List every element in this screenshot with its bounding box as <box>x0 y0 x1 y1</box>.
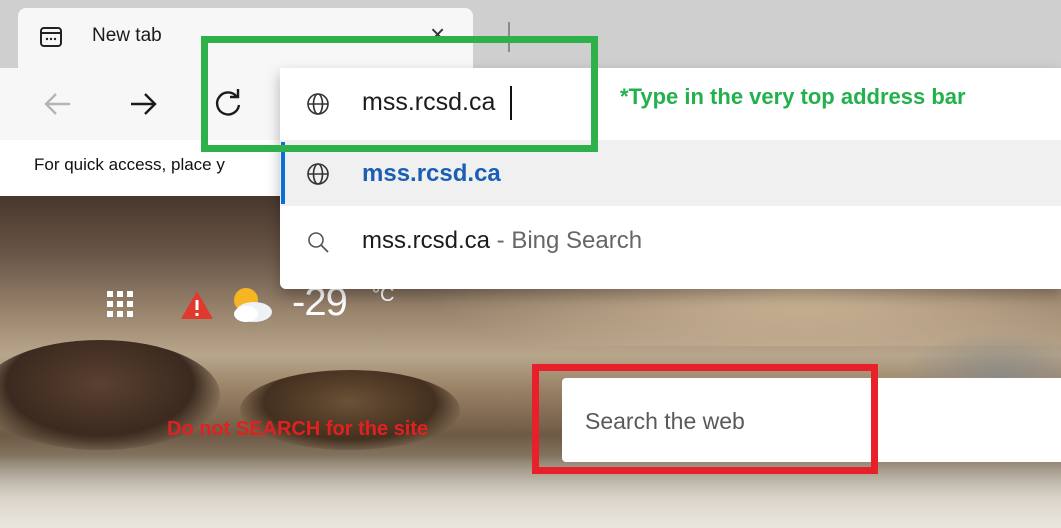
suggestion-search[interactable]: mss.rcsd.ca - Bing Search <box>362 227 642 255</box>
green-annotation-frame <box>201 36 598 152</box>
search-icon <box>308 232 329 253</box>
apps-grid-icon[interactable] <box>106 290 134 318</box>
tab-title: New tab <box>92 25 162 46</box>
back-arrow-icon[interactable] <box>40 86 76 122</box>
globe-icon <box>307 163 329 185</box>
partly-cloudy-icon[interactable] <box>226 284 274 324</box>
red-annotation-note: Do not SEARCH for the site <box>167 418 429 440</box>
favorites-bar-hint: For quick access, place y <box>34 155 225 174</box>
suggestion-search-engine: - Bing Search <box>490 227 643 254</box>
forward-arrow-icon[interactable] <box>125 86 161 122</box>
suggestion-search-query: mss.rcsd.ca <box>362 227 491 254</box>
new-tab-page-icon <box>40 27 62 47</box>
background-mist <box>0 455 1061 528</box>
weather-alert-icon[interactable] <box>180 290 214 320</box>
red-annotation-frame <box>532 364 878 474</box>
suggestion-url[interactable]: mss.rcsd.ca <box>362 160 501 188</box>
green-annotation-note: *Type in the very top address bar <box>620 84 966 109</box>
